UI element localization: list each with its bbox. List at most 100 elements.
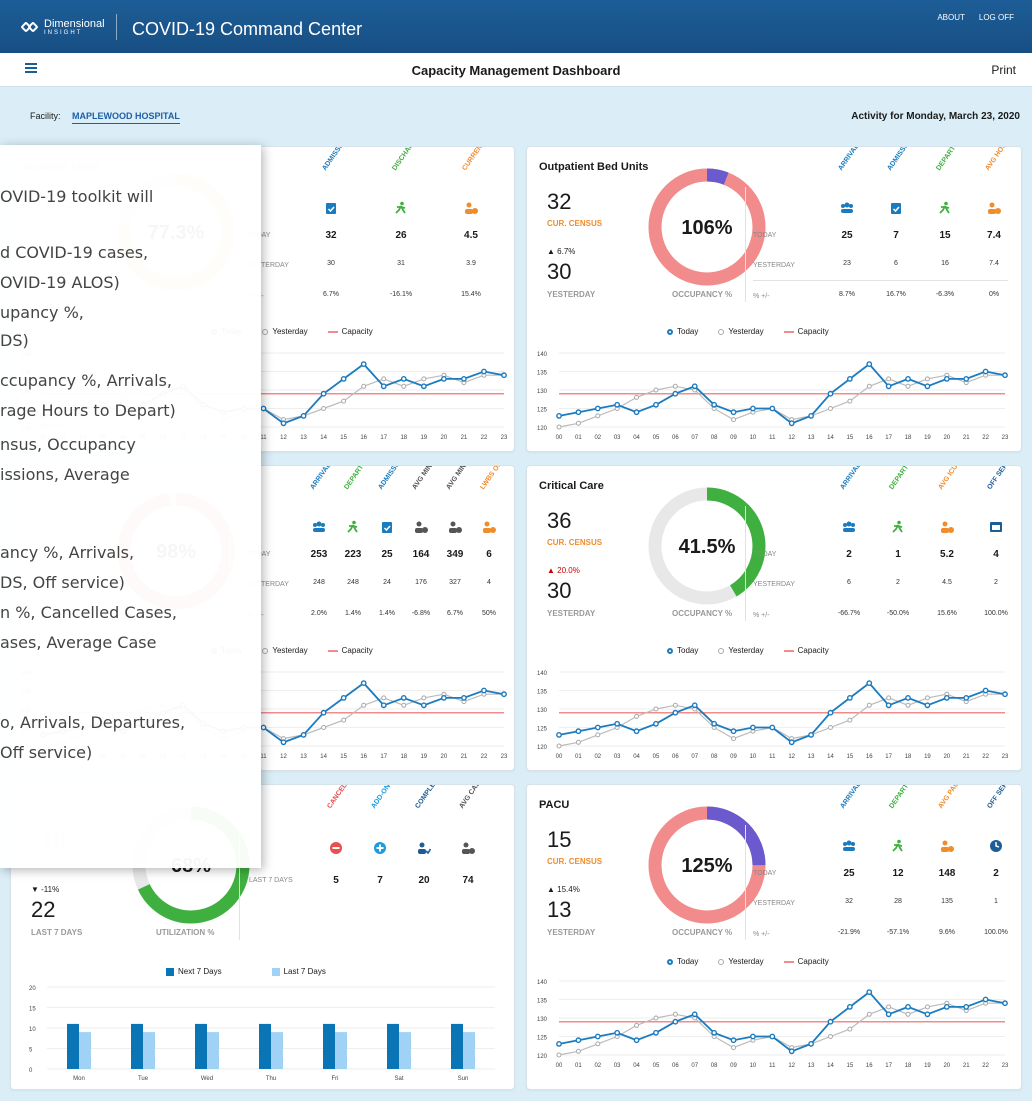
yesterday-point xyxy=(381,695,387,701)
x-tick-label: 14 xyxy=(320,754,327,760)
x-tick-label: 07 xyxy=(691,435,698,441)
y-tick-label: 130 xyxy=(537,708,548,714)
yesterday-point xyxy=(421,376,427,382)
people-icon xyxy=(841,202,853,213)
metric-pct-value: -57.1% xyxy=(886,929,910,936)
last-7-days-value: 22 xyxy=(31,897,56,922)
metric-pct-value: 16.7% xyxy=(886,291,906,298)
legend-yesterday-label: Yesterday xyxy=(272,327,308,336)
yesterday-point xyxy=(401,702,407,708)
yesterday-point xyxy=(556,1052,562,1058)
y-tick-label: 140 xyxy=(537,671,548,677)
x-tick-label: 14 xyxy=(827,1063,834,1069)
occupancy-label: OCCUPANCY % xyxy=(672,609,733,618)
yesterday-value: 30 xyxy=(547,259,572,284)
x-tick-label: 08 xyxy=(711,1063,718,1069)
yesterday-point xyxy=(361,383,367,389)
today-point xyxy=(750,405,756,412)
overlay-text-line: Off service) xyxy=(0,743,93,762)
yesterday-point xyxy=(341,398,347,404)
x-tick-label: 06 xyxy=(672,1063,679,1069)
metric-yesterday-value: 30 xyxy=(327,260,335,267)
metric-pct-value: -21.9% xyxy=(837,929,861,936)
x-tick-label: 23 xyxy=(501,435,508,441)
today-point xyxy=(885,702,892,709)
person-clock-icon xyxy=(941,521,954,533)
change-percent: ▼ -11% xyxy=(31,885,60,894)
today-point xyxy=(575,728,582,735)
metric-yesterday-value: 135 xyxy=(941,898,953,905)
bar-last-7-days xyxy=(463,1032,475,1069)
metric-pct-value: -50.0% xyxy=(886,610,910,617)
x-tick-label: 20 xyxy=(943,435,950,441)
x-tick-label: 17 xyxy=(380,435,387,441)
today-point xyxy=(730,1037,737,1044)
today-point xyxy=(380,702,387,709)
x-tick-label: 04 xyxy=(633,1063,640,1069)
brand-logo[interactable]: Dimensional INSIGHT xyxy=(20,18,105,36)
today-point xyxy=(633,409,640,416)
brand-sub: INSIGHT xyxy=(44,30,83,36)
x-tick-label: 14 xyxy=(827,435,834,441)
facility-value[interactable]: MAPLEWOOD HOSPITAL xyxy=(72,111,180,124)
yesterday-point xyxy=(556,424,562,430)
print-button[interactable]: Print xyxy=(991,63,1016,77)
overlay-text-line: DS, Off service) xyxy=(0,573,125,592)
plus-circle-icon xyxy=(374,842,386,854)
today-point xyxy=(769,1033,776,1040)
activity-date: Activity for Monday, March 23, 2020 xyxy=(851,111,1020,122)
divider xyxy=(745,187,746,302)
yesterday-point xyxy=(866,702,872,708)
today-point xyxy=(380,383,387,390)
metric-today-value: 2 xyxy=(846,549,852,560)
card-title: Critical Care xyxy=(539,480,604,492)
change-percent: ▲ 6.7% xyxy=(547,247,576,256)
y-tick-label: 135 xyxy=(537,371,548,377)
today-point xyxy=(963,1003,970,1010)
x-tick-label: 16 xyxy=(360,754,367,760)
today-point xyxy=(788,739,795,746)
today-point xyxy=(340,375,347,382)
today-point xyxy=(1002,1000,1008,1007)
metric-today-value: 7.4 xyxy=(987,230,1001,241)
y-tick-label: 130 xyxy=(537,389,548,395)
x-tick-label: 06 xyxy=(672,754,679,760)
today-point xyxy=(360,361,367,368)
today-point xyxy=(788,1048,795,1055)
y-tick-label: 125 xyxy=(537,408,548,414)
change-percent: ▲ 15.4% xyxy=(547,885,580,894)
yesterday-point xyxy=(634,394,640,400)
today-point xyxy=(501,691,507,698)
bar-last-7-days xyxy=(399,1032,411,1069)
walking-person-icon xyxy=(395,201,406,214)
yesterday-point xyxy=(731,417,737,423)
yesterday-point xyxy=(653,706,659,712)
legend-next-label: Next 7 Days xyxy=(178,967,222,976)
yesterday-point xyxy=(653,1015,659,1021)
legend-capacity-marker xyxy=(783,960,794,963)
today-point xyxy=(672,1018,679,1025)
legend-capacity-marker xyxy=(783,649,794,652)
legend-capacity: Capacity xyxy=(783,646,829,655)
sub-bar: Capacity Management Dashboard Print xyxy=(0,53,1032,87)
today-point xyxy=(481,687,487,694)
yesterday-point xyxy=(886,376,892,382)
metric-today-value: 5.2 xyxy=(940,549,954,560)
x-tick-label: 09 xyxy=(730,1063,737,1069)
about-link[interactable]: ABOUT xyxy=(937,13,965,22)
legend-capacity-label: Capacity xyxy=(797,957,829,966)
x-tick-label: 00 xyxy=(556,435,563,441)
x-tick-label: 21 xyxy=(963,754,970,760)
chart-legend: Today Yesterday Capacity xyxy=(667,646,829,655)
row-label-last7: LAST 7 DAYS xyxy=(249,877,293,884)
x-tick-label: 19 xyxy=(420,435,427,441)
logoff-link[interactable]: LOG OFF xyxy=(979,13,1014,22)
metric-pct-value: -16.1% xyxy=(389,291,413,298)
x-tick-label: 10 xyxy=(750,435,757,441)
header-divider xyxy=(116,14,117,40)
overlay-text-line: rage Hours to Depart) xyxy=(0,401,176,420)
x-tick-label: 05 xyxy=(653,754,660,760)
legend-next-marker xyxy=(166,967,174,976)
y-tick-label: 10 xyxy=(29,1027,36,1033)
x-tick-label: 20 xyxy=(943,1063,950,1069)
